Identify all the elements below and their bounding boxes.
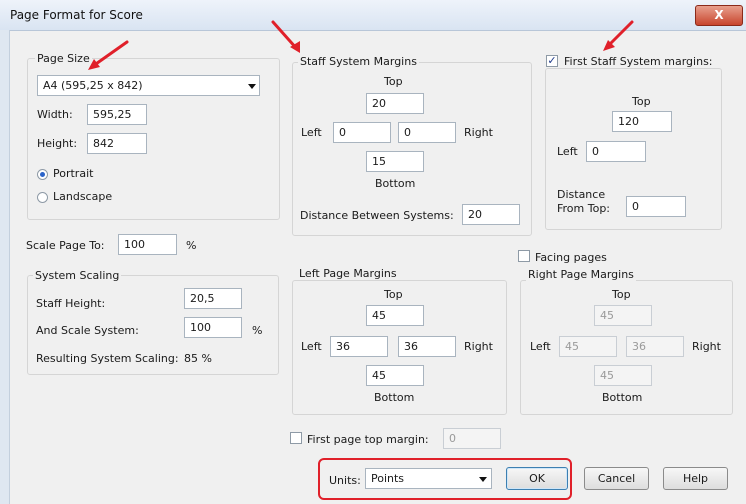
right-page-bottom-label: Bottom xyxy=(602,391,643,404)
first-staff-left-label: Left xyxy=(557,145,578,158)
staff-system-margins-label: Staff System Margins xyxy=(298,55,419,68)
cancel-button[interactable]: Cancel xyxy=(584,467,649,490)
page-format-dialog: Page Format for Score X Page Size A4 (59… xyxy=(0,0,746,504)
staff-height-field[interactable]: 20,5 xyxy=(184,288,242,309)
distance-between-systems-label: Distance Between Systems: xyxy=(300,209,454,222)
and-scale-system-unit: % xyxy=(252,324,263,337)
right-page-margins-label: Right Page Margins xyxy=(526,268,636,281)
left-page-top-label: Top xyxy=(384,288,403,301)
left-page-left-field[interactable]: 36 xyxy=(330,336,388,357)
title-bar: Page Format for Score X xyxy=(0,0,746,31)
scale-page-field[interactable]: 100 xyxy=(118,234,177,255)
landscape-radio[interactable] xyxy=(37,192,48,203)
left-page-right-label: Right xyxy=(464,340,493,353)
help-button[interactable]: Help xyxy=(663,467,728,490)
distance-from-top-label-1: Distance xyxy=(557,188,606,201)
first-staff-system-label: First Staff System margins: xyxy=(562,55,715,68)
right-page-top-field[interactable]: 45 xyxy=(594,305,652,326)
first-page-top-margin-field[interactable]: 0 xyxy=(443,428,501,449)
staff-bottom-field[interactable]: 15 xyxy=(366,151,424,172)
distance-from-top-field[interactable]: 0 xyxy=(626,196,686,217)
first-staff-top-label: Top xyxy=(632,95,651,108)
staff-left-label: Left xyxy=(301,126,322,139)
left-page-bottom-label: Bottom xyxy=(374,391,415,404)
resulting-system-scaling-label: Resulting System Scaling: xyxy=(36,352,179,365)
window-left-border xyxy=(0,30,10,504)
staff-top-field[interactable]: 20 xyxy=(366,93,424,114)
left-page-right-field[interactable]: 36 xyxy=(398,336,456,357)
and-scale-system-label: And Scale System: xyxy=(36,324,139,337)
first-staff-left-field[interactable]: 0 xyxy=(586,141,646,162)
units-highlight-box xyxy=(318,458,572,500)
first-staff-top-field[interactable]: 120 xyxy=(612,111,672,132)
right-page-right-label: Right xyxy=(692,340,721,353)
resulting-system-scaling-value: 85 % xyxy=(184,352,212,365)
staff-right-label: Right xyxy=(464,126,493,139)
right-page-bottom-field[interactable]: 45 xyxy=(594,365,652,386)
left-page-left-label: Left xyxy=(301,340,322,353)
right-page-left-label: Left xyxy=(530,340,551,353)
staff-left-field[interactable]: 0 xyxy=(333,122,391,143)
page-size-value: A4 (595,25 x 842) xyxy=(43,79,143,92)
height-field[interactable]: 842 xyxy=(87,133,147,154)
height-label: Height: xyxy=(37,137,78,150)
staff-bottom-label: Bottom xyxy=(375,177,416,190)
system-scaling-label: System Scaling xyxy=(33,269,122,282)
landscape-label: Landscape xyxy=(53,190,113,203)
first-staff-system-checkbox[interactable]: ✓ xyxy=(546,55,558,67)
width-label: Width: xyxy=(37,108,73,121)
page-size-label: Page Size xyxy=(35,52,92,65)
first-page-top-margin-checkbox[interactable] xyxy=(290,432,302,444)
right-page-top-label: Top xyxy=(612,288,631,301)
first-page-top-margin-label: First page top margin: xyxy=(307,433,429,446)
facing-pages-label: Facing pages xyxy=(535,251,607,264)
page-size-select[interactable]: A4 (595,25 x 842) xyxy=(37,75,260,96)
left-page-margins-label: Left Page Margins xyxy=(297,267,399,280)
close-button[interactable]: X xyxy=(695,5,743,26)
chevron-down-icon xyxy=(248,84,256,89)
right-page-left-field[interactable]: 45 xyxy=(559,336,617,357)
portrait-radio[interactable] xyxy=(37,169,48,180)
scale-page-unit: % xyxy=(186,239,197,252)
width-field[interactable]: 595,25 xyxy=(87,104,147,125)
left-page-top-field[interactable]: 45 xyxy=(366,305,424,326)
right-page-right-field[interactable]: 36 xyxy=(626,336,684,357)
left-page-bottom-field[interactable]: 45 xyxy=(366,365,424,386)
distance-between-systems-field[interactable]: 20 xyxy=(462,204,520,225)
dialog-title: Page Format for Score xyxy=(10,8,143,22)
and-scale-system-field[interactable]: 100 xyxy=(184,317,242,338)
facing-pages-checkbox[interactable] xyxy=(518,250,530,262)
portrait-label: Portrait xyxy=(53,167,94,180)
staff-height-label: Staff Height: xyxy=(36,297,106,310)
staff-right-field[interactable]: 0 xyxy=(398,122,456,143)
distance-from-top-label-2: From Top: xyxy=(557,202,611,215)
staff-top-label: Top xyxy=(384,75,403,88)
scale-page-label: Scale Page To: xyxy=(26,239,105,252)
